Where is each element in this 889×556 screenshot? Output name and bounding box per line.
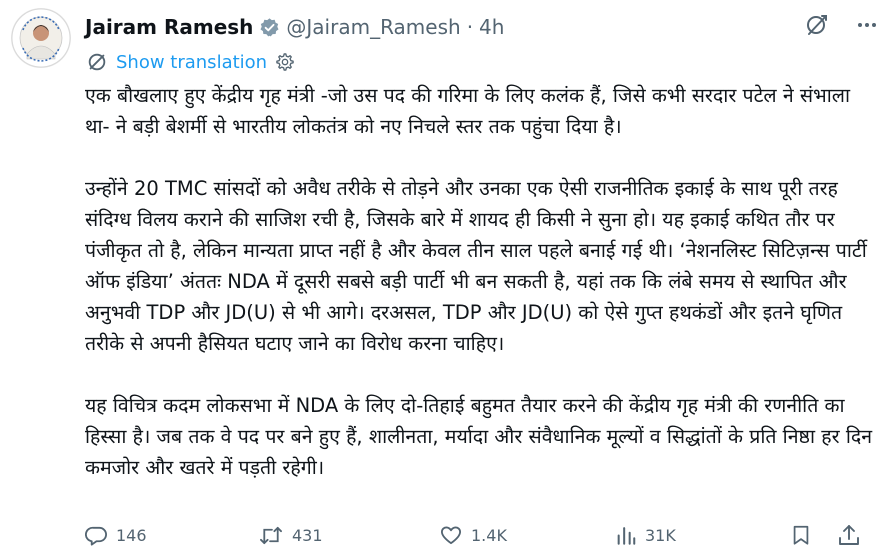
reply-count: 146 <box>116 525 147 545</box>
separator-dot: · <box>466 15 474 39</box>
gear-icon[interactable] <box>275 52 295 72</box>
reply-button[interactable]: 146 <box>85 520 147 550</box>
tweet-paragraph-2: उन्होंने 20 TMC सांसदों को अवैध तरीके से… <box>85 177 867 355</box>
timestamp[interactable]: 4h <box>479 15 504 39</box>
repost-count: 431 <box>292 525 323 545</box>
tweet-actions-bar: 146 431 1.4K 31K <box>85 520 875 550</box>
verified-badge-icon <box>259 17 280 38</box>
tweet-paragraph-1: एक बौखलाए हुए केंद्रीय गृह मंत्री -जो उस… <box>85 84 851 138</box>
views-button[interactable]: 31K <box>615 520 676 550</box>
tweet-paragraph-3: यह विचित्र कदम लोकसभा में NDA के लिए दो-… <box>85 394 873 479</box>
show-translation-link[interactable]: Show translation <box>116 52 267 73</box>
heart-icon <box>439 524 463 547</box>
grok-icon[interactable] <box>805 13 829 37</box>
author-handle[interactable]: @Jairam_Ramesh <box>286 15 460 39</box>
translate-icon <box>86 51 108 73</box>
more-icon[interactable] <box>855 13 879 37</box>
like-button[interactable]: 1.4K <box>439 520 507 550</box>
bookmark-icon <box>790 523 812 547</box>
reply-icon <box>85 524 108 547</box>
share-button[interactable] <box>837 520 861 550</box>
bookmark-button[interactable] <box>790 520 812 550</box>
author-name[interactable]: Jairam Ramesh <box>85 15 253 39</box>
repost-icon <box>258 524 284 547</box>
views-icon <box>615 524 637 547</box>
like-count: 1.4K <box>471 525 507 545</box>
tweet-header: Jairam Ramesh @Jairam_Ramesh · 4h <box>85 11 504 43</box>
tweet-text: एक बौखलाए हुए केंद्रीय गृह मंत्री -जो उस… <box>85 80 875 483</box>
avatar[interactable] <box>11 8 71 68</box>
share-icon <box>837 523 861 547</box>
views-count: 31K <box>645 525 676 545</box>
tweet-top-actions <box>805 13 879 37</box>
tweet: Jairam Ramesh @Jairam_Ramesh · 4h Show t… <box>0 0 889 556</box>
repost-button[interactable]: 431 <box>258 520 323 550</box>
translate-row: Show translation <box>86 49 295 75</box>
